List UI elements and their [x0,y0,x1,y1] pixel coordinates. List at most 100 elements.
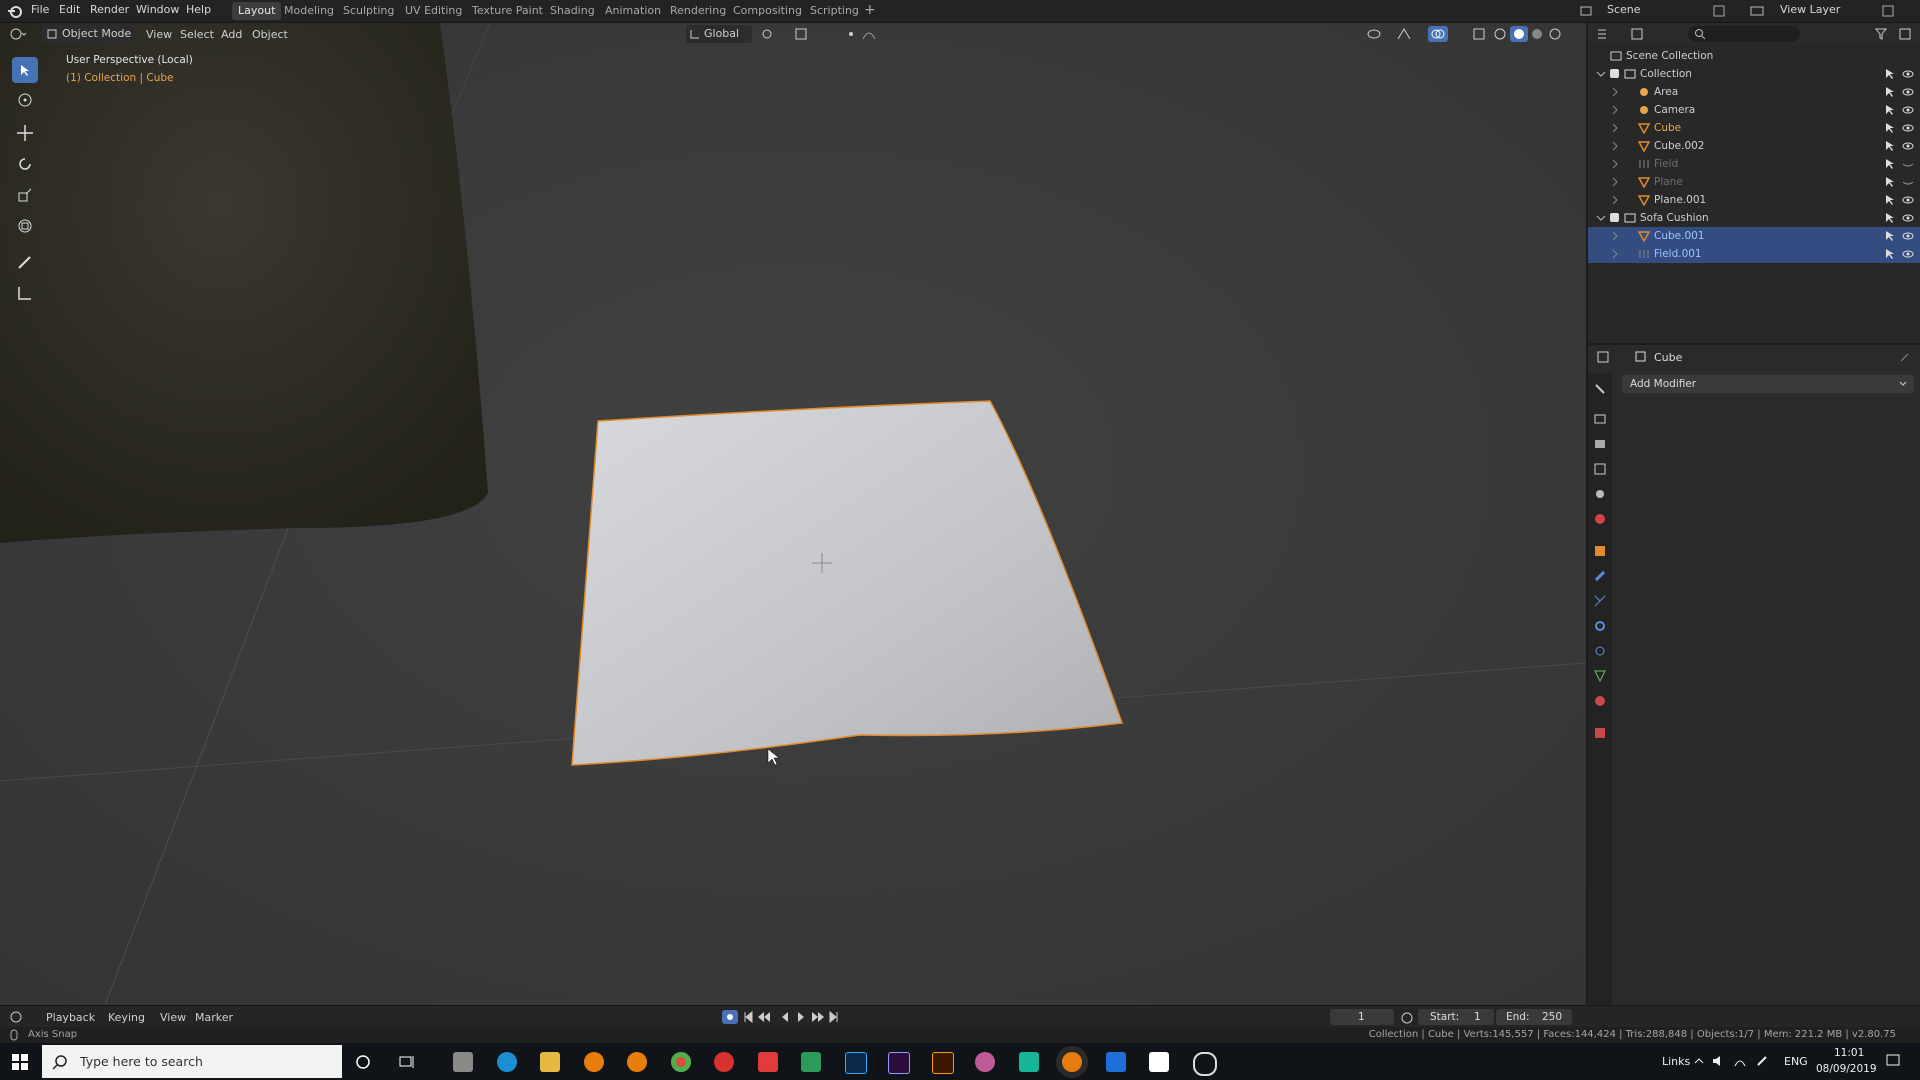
texture-tab-icon[interactable] [1593,726,1607,740]
visibility-eye-icon[interactable] [1902,212,1914,224]
render-tab-icon[interactable] [1593,412,1607,426]
file-explorer-icon[interactable] [540,1052,560,1072]
material-tab-icon[interactable] [1593,694,1607,708]
red-square-app-icon[interactable] [758,1052,778,1072]
outliner-row[interactable]: Field.001 [1588,245,1920,263]
object-tab-icon[interactable] [1593,544,1607,558]
annotate-tool[interactable] [12,249,38,275]
tab-shading[interactable]: Shading [544,2,601,20]
tab-uv-editing[interactable]: UV Editing [399,2,468,20]
solid-shading-button[interactable] [1510,26,1528,42]
expand-arrow-icon[interactable] [1610,105,1620,115]
add-workspace-icon[interactable]: + [864,2,876,18]
transform-tool[interactable] [12,213,38,239]
visibility-eye-icon[interactable] [1902,176,1914,188]
measure-tool[interactable] [12,280,38,306]
particles-tab-icon[interactable] [1593,594,1607,608]
falloff-icon[interactable] [862,27,878,41]
menu-edit[interactable]: Edit [59,3,80,16]
selectable-toggle-icon[interactable] [1884,68,1896,80]
modifier-tab-icon[interactable] [1593,569,1607,583]
image-viewer-icon[interactable] [1149,1052,1169,1072]
scale-tool[interactable] [12,182,38,208]
physics-tab-icon[interactable] [1593,619,1607,633]
outliner-row[interactable]: Camera [1588,101,1920,119]
new-view-layer-icon[interactable] [1881,4,1895,18]
red-app-icon[interactable] [714,1052,734,1072]
wireframe-shading-icon[interactable] [1493,27,1509,41]
outliner-row[interactable]: Area [1588,83,1920,101]
transform-orientation-dropdown[interactable]: Global [686,25,752,43]
current-frame-field[interactable]: 1 [1330,1009,1394,1025]
outliner-row[interactable]: Cube.001 [1588,227,1920,245]
tab-scripting[interactable]: Scripting [804,2,865,20]
visibility-eye-icon[interactable] [1902,68,1914,80]
visibility-eye-icon[interactable] [1902,86,1914,98]
live-app-icon[interactable] [1019,1052,1039,1072]
visibility-eye-icon[interactable] [1902,140,1914,152]
expand-arrow-icon[interactable] [1610,141,1620,151]
tab-modeling[interactable]: Modeling [278,2,340,20]
tab-sculpting[interactable]: Sculpting [337,2,400,20]
selectable-toggle-icon[interactable] [1884,122,1896,134]
viewport-scene[interactable] [0,23,1586,1005]
illustrator-icon[interactable] [932,1052,954,1074]
expand-arrow-icon[interactable] [1610,195,1620,205]
output-tab-icon[interactable] [1593,437,1607,451]
volume-icon[interactable] [1711,1054,1725,1068]
object-data-tab-icon[interactable] [1593,669,1607,683]
menu-file[interactable]: File [31,3,49,16]
viewport-menu-add[interactable]: Add [221,28,242,41]
object-mode-dropdown[interactable]: Object Mode [42,25,134,43]
clock-app-icon[interactable] [1193,1052,1217,1076]
timeline-menu-playback[interactable]: Playback [46,1011,95,1024]
timeline-menu-marker[interactable]: Marker [195,1011,233,1024]
media-player-icon[interactable] [801,1052,821,1072]
new-scene-icon[interactable] [1712,4,1726,18]
constraints-tab-icon[interactable] [1593,644,1607,658]
scene-icon[interactable] [1579,4,1593,18]
display-mode-icon[interactable] [1630,27,1648,41]
stopwatch-icon[interactable] [1400,1010,1414,1024]
blue-app-icon[interactable] [1106,1052,1126,1072]
tab-compositing[interactable]: Compositing [727,2,808,20]
cortana-icon[interactable] [354,1053,372,1071]
rendered-shading-icon[interactable] [1548,27,1564,41]
scene-tab-icon[interactable] [1593,487,1607,501]
outliner-row[interactable]: Field [1588,155,1920,173]
select-box-tool[interactable] [12,57,38,83]
selectable-toggle-icon[interactable] [1884,140,1896,152]
visibility-eye-icon[interactable] [1902,104,1914,116]
language-indicator[interactable]: ENG [1784,1055,1808,1068]
selectable-toggle-icon[interactable] [1884,158,1896,170]
blender-app-icon[interactable] [584,1052,604,1072]
visibility-eye-icon[interactable] [1902,158,1914,170]
expand-arrow-icon[interactable] [1596,69,1606,79]
task-view-icon[interactable] [398,1053,416,1071]
view-layer-tab-icon[interactable] [1593,462,1607,476]
visibility-icon[interactable] [1366,27,1382,41]
visibility-eye-icon[interactable] [1902,230,1914,242]
new-collection-icon[interactable] [1898,27,1914,41]
tab-animation[interactable]: Animation [599,2,667,20]
properties-editor-icon[interactable] [1596,350,1614,364]
visibility-eye-icon[interactable] [1902,122,1914,134]
collection-checkbox[interactable] [1610,213,1619,222]
selectable-toggle-icon[interactable] [1884,248,1896,260]
auto-keying-button[interactable] [722,1010,738,1024]
blender-active-icon[interactable] [1062,1052,1082,1072]
timeline-menu-keying[interactable]: Keying [108,1011,145,1024]
viewport-menu-object[interactable]: Object [252,28,288,41]
3d-viewport[interactable] [0,23,1586,1005]
chrome-icon[interactable] [671,1052,691,1072]
collection-checkbox[interactable] [1610,69,1619,78]
viewport-menu-select[interactable]: Select [180,28,214,41]
expand-arrow-icon[interactable] [1610,231,1620,241]
editor-type-icon[interactable] [10,27,28,41]
viewport-menu-view[interactable]: View [146,28,172,41]
blender-logo-icon[interactable] [8,4,22,18]
outliner-search-field[interactable] [1688,26,1800,42]
expand-arrow-icon[interactable] [1596,213,1606,223]
tool-settings-tab-icon[interactable] [1593,382,1607,396]
outliner-row[interactable]: Sofa Cushion [1588,209,1920,227]
